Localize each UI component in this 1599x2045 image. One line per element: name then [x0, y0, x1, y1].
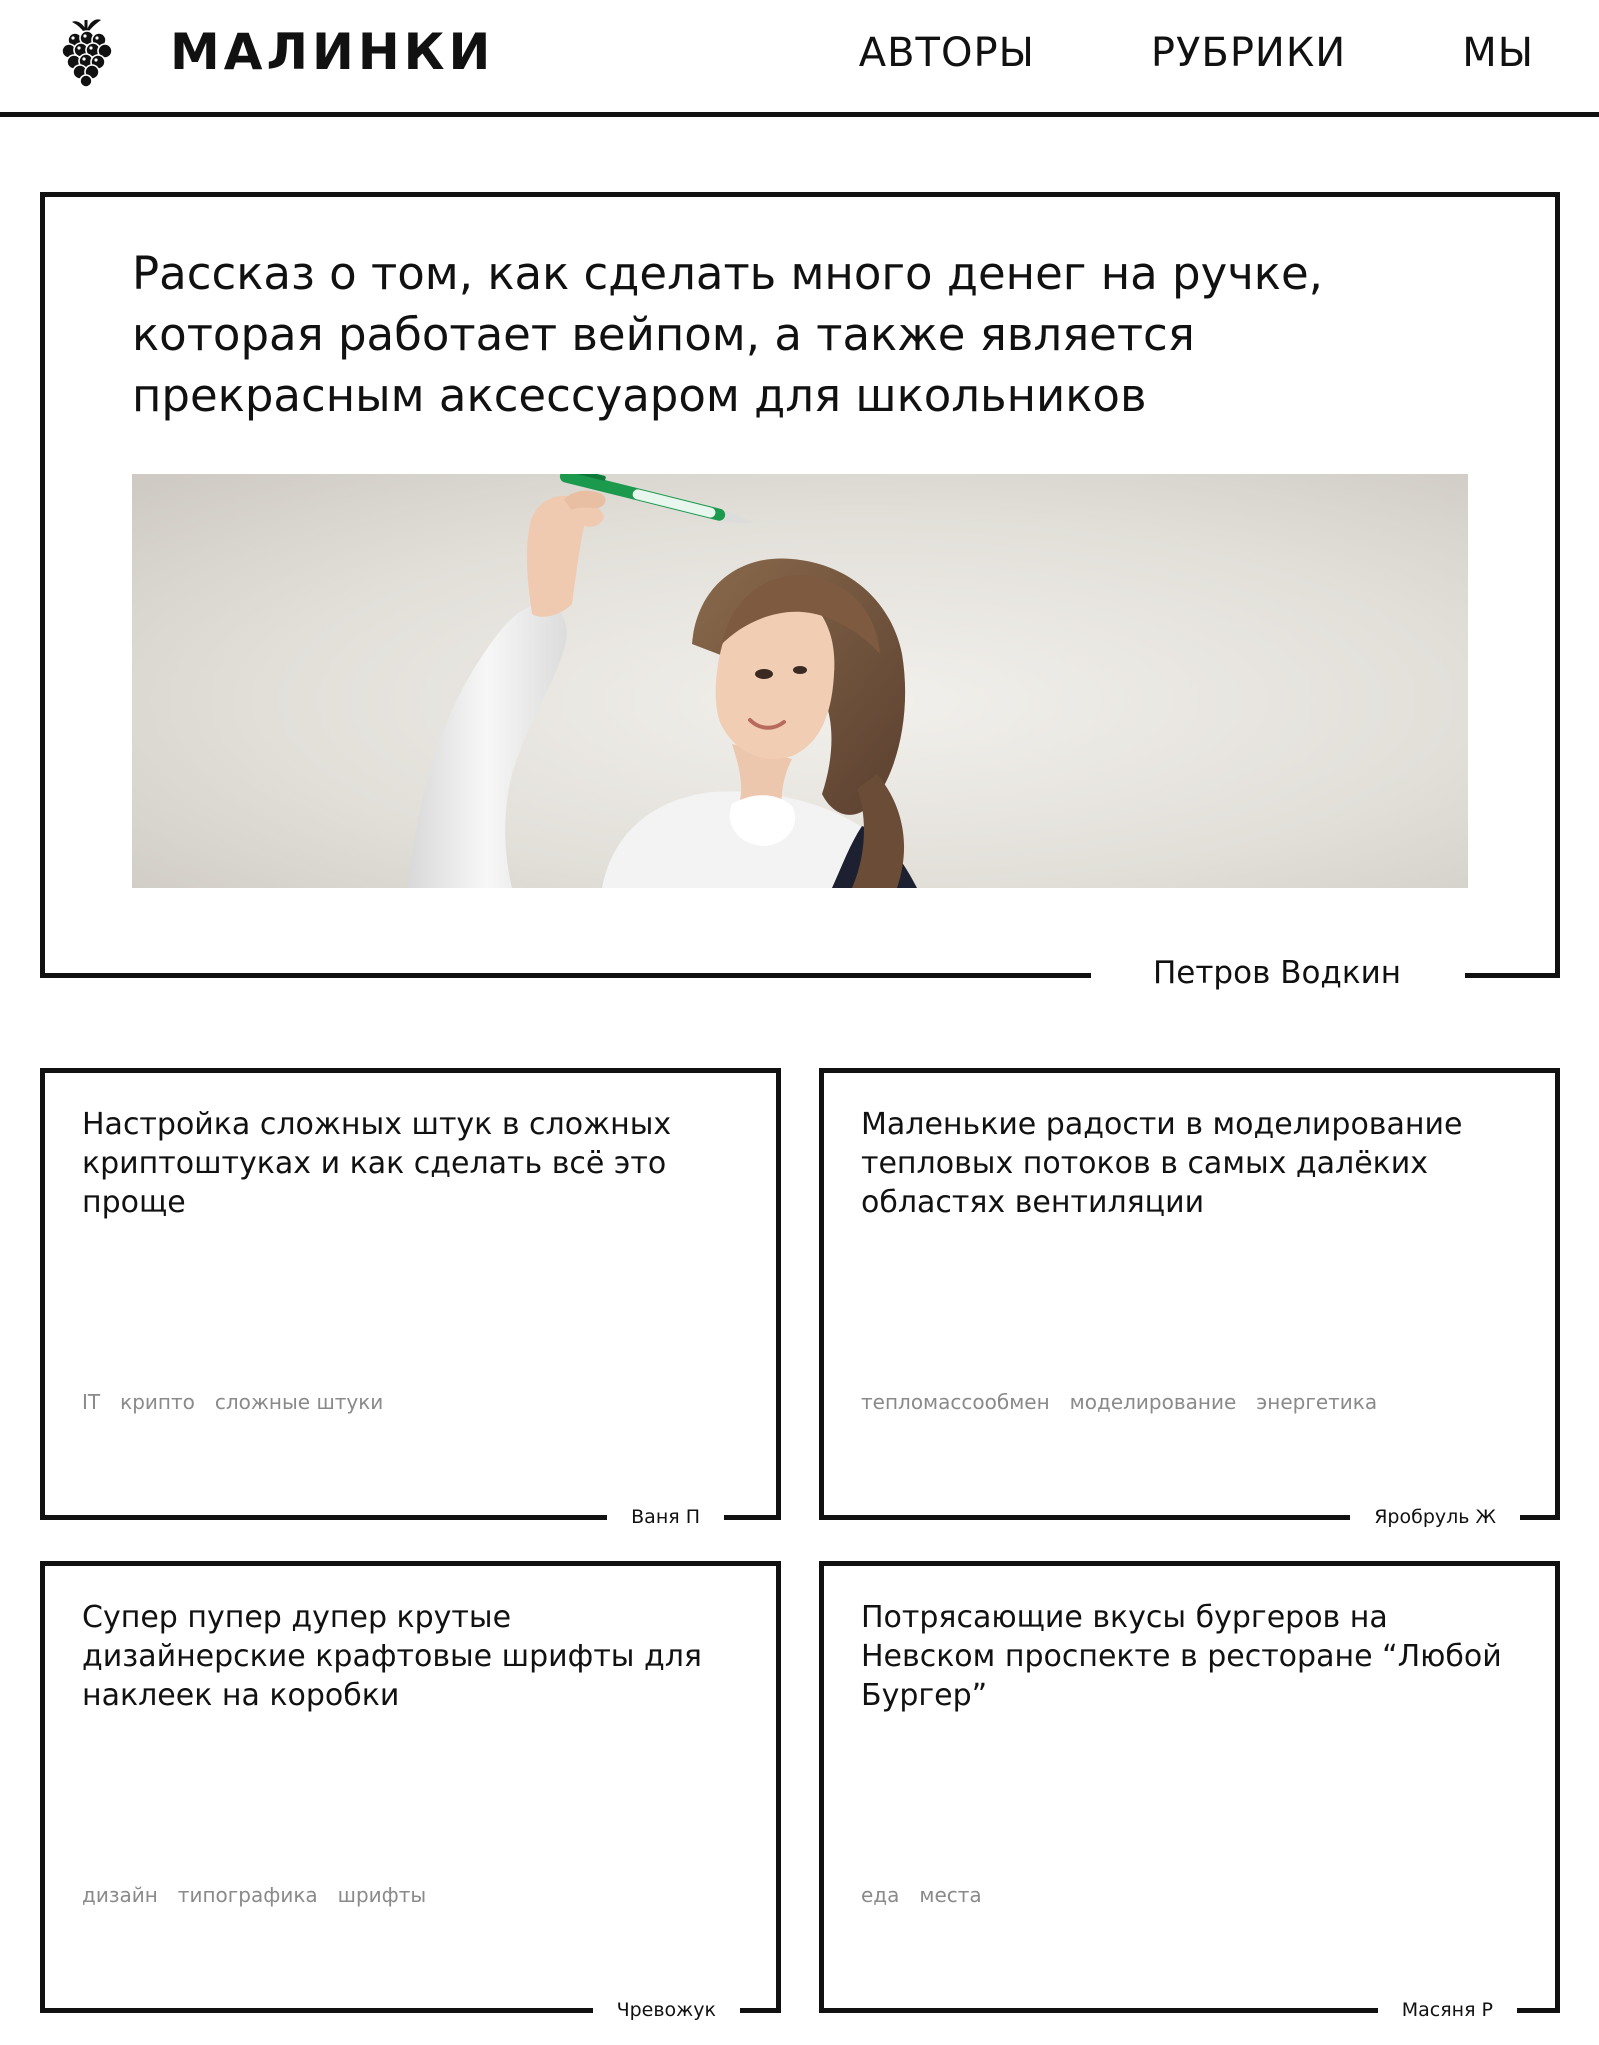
article-card[interactable]: Супер пупер дупер крутые дизайнерские кр… — [40, 1561, 781, 2022]
article-card[interactable]: Потрясающие вкусы бургеров на Невском пр… — [819, 1561, 1560, 2022]
nav-about-us[interactable]: МЫ — [1462, 28, 1534, 78]
tag-link[interactable]: крипто — [120, 1389, 195, 1415]
site-header: МАЛИНКИ АВТОРЫ РУБРИКИ МЫ — [0, 0, 1599, 117]
featured-article-card[interactable]: Рассказ о том, как сделать много денег н… — [40, 192, 1560, 993]
site-logo-text[interactable]: МАЛИНКИ — [170, 22, 494, 82]
tag-link[interactable]: сложные штуки — [215, 1389, 383, 1415]
featured-article-author[interactable]: Петров Водкин — [1090, 953, 1465, 993]
article-tags: тепломассообмен моделирование энергетика — [861, 1389, 1377, 1415]
main-nav: АВТОРЫ РУБРИКИ МЫ — [859, 28, 1534, 78]
tag-link[interactable]: IT — [82, 1389, 100, 1415]
tag-link[interactable]: тепломассообмен — [861, 1389, 1050, 1415]
article-author[interactable]: Масяня Р — [1377, 1998, 1517, 2022]
article-author[interactable]: Чревожук — [592, 1998, 740, 2022]
article-title[interactable]: Потрясающие вкусы бургеров на Невском пр… — [861, 1598, 1521, 1715]
article-tags: еда места — [861, 1882, 982, 1908]
article-card[interactable]: Маленькие радости в моделирование теплов… — [819, 1068, 1560, 1529]
tag-link[interactable]: места — [919, 1882, 981, 1908]
article-card[interactable]: Настройка сложных штук в сложных криптош… — [40, 1068, 781, 1529]
featured-article-image — [132, 474, 1468, 888]
article-title[interactable]: Настройка сложных штук в сложных криптош… — [82, 1105, 742, 1222]
tag-link[interactable]: дизайн — [82, 1882, 158, 1908]
nav-rubrics[interactable]: РУБРИКИ — [1151, 28, 1346, 78]
featured-article-title[interactable]: Рассказ о том, как сделать много денег н… — [132, 243, 1432, 426]
nav-authors[interactable]: АВТОРЫ — [859, 28, 1035, 78]
raspberry-icon[interactable] — [56, 16, 116, 88]
article-tags: IT крипто сложные штуки — [82, 1389, 383, 1415]
article-tags: дизайн типографика шрифты — [82, 1882, 426, 1908]
article-author[interactable]: Ваня П — [607, 1505, 724, 1529]
article-author[interactable]: Яробруль Ж — [1350, 1505, 1520, 1529]
tag-link[interactable]: моделирование — [1070, 1389, 1237, 1415]
girl-with-pen-photo — [132, 474, 1468, 888]
article-title[interactable]: Маленькие радости в моделирование теплов… — [861, 1105, 1521, 1222]
tag-link[interactable]: энергетика — [1256, 1389, 1377, 1415]
tag-link[interactable]: еда — [861, 1882, 899, 1908]
tag-link[interactable]: типографика — [178, 1882, 318, 1908]
article-title[interactable]: Супер пупер дупер крутые дизайнерские кр… — [82, 1598, 742, 1715]
tag-link[interactable]: шрифты — [338, 1882, 427, 1908]
